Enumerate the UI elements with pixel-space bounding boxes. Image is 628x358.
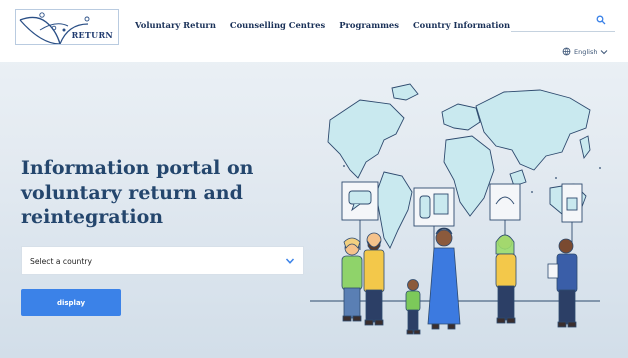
page-title: Information portal on voluntary return a… <box>21 157 254 228</box>
world-map-people-illustration <box>310 83 601 335</box>
logo-text: RETURN <box>71 30 113 40</box>
person-woman-green <box>341 237 363 322</box>
nav-programmes[interactable]: Programmes <box>339 20 399 30</box>
nav-voluntary-return[interactable]: Voluntary Return <box>135 20 216 30</box>
person-man-beard <box>363 232 385 326</box>
language-switcher[interactable]: English <box>562 47 608 56</box>
country-select-value: Select a country <box>30 257 92 266</box>
search-icon[interactable] <box>596 15 606 25</box>
nav-counselling-centres[interactable]: Counselling Centres <box>230 20 325 30</box>
world-map <box>327 83 591 249</box>
person-woman-headscarf <box>495 234 517 324</box>
person-child <box>405 279 421 335</box>
main-nav: Voluntary Return Counselling Centres Pro… <box>135 20 510 30</box>
display-button[interactable]: display <box>21 289 121 316</box>
site-header: RETURN Voluntary Return Counselling Cent… <box>0 0 628 62</box>
person-man-glasses <box>547 238 578 328</box>
person-woman-blue-dress <box>427 227 461 330</box>
return-logo[interactable]: RETURN <box>15 9 119 45</box>
chevron-down-icon <box>285 258 295 264</box>
language-icon <box>562 47 571 56</box>
language-label: English <box>574 47 598 56</box>
nav-country-information[interactable]: Country Information <box>413 20 510 30</box>
country-select[interactable]: Select a country <box>21 246 304 275</box>
chevron-down-icon <box>601 49 608 54</box>
